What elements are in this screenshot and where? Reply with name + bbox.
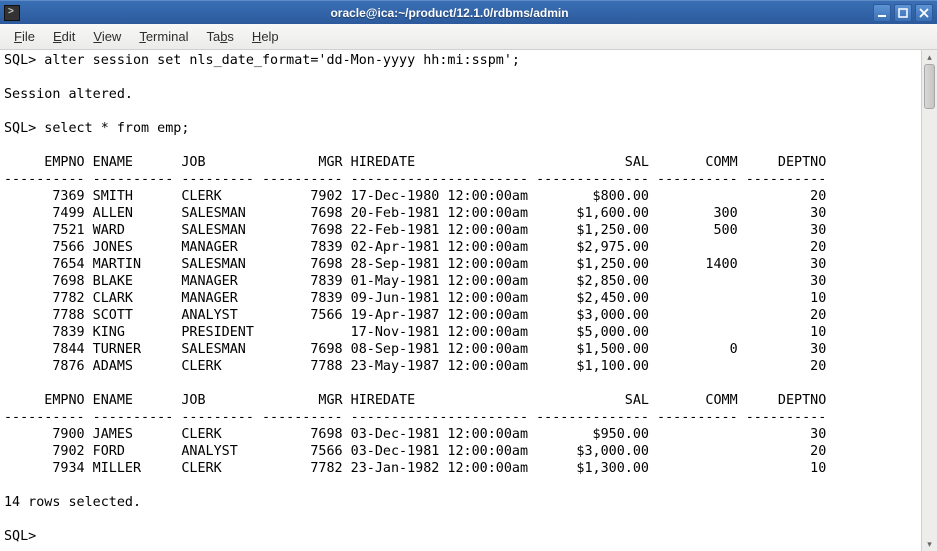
menu-help[interactable]: Help [244, 26, 287, 47]
titlebar: oracle@ica:~/product/12.1.0/rdbms/admin [0, 0, 937, 24]
terminal-app-icon [4, 5, 20, 21]
menubar: File Edit View Terminal Tabs Help [0, 24, 937, 50]
window-title: oracle@ica:~/product/12.1.0/rdbms/admin [26, 6, 873, 20]
terminal-container: SQL> alter session set nls_date_format='… [0, 50, 937, 551]
scroll-down-icon[interactable]: ▾ [922, 537, 937, 551]
scrollbar[interactable]: ▴ ▾ [921, 50, 937, 551]
menu-edit[interactable]: Edit [45, 26, 83, 47]
menu-terminal[interactable]: Terminal [131, 26, 196, 47]
minimize-icon [877, 8, 887, 18]
scroll-thumb[interactable] [924, 64, 935, 109]
menu-view[interactable]: View [85, 26, 129, 47]
scroll-up-icon[interactable]: ▴ [922, 50, 937, 64]
window-controls [873, 4, 933, 22]
menu-file[interactable]: File [6, 26, 43, 47]
maximize-icon [898, 8, 908, 18]
close-button[interactable] [915, 4, 933, 22]
terminal-output[interactable]: SQL> alter session set nls_date_format='… [0, 50, 921, 551]
menu-tabs[interactable]: Tabs [198, 26, 241, 47]
close-icon [919, 8, 929, 18]
maximize-button[interactable] [894, 4, 912, 22]
minimize-button[interactable] [873, 4, 891, 22]
